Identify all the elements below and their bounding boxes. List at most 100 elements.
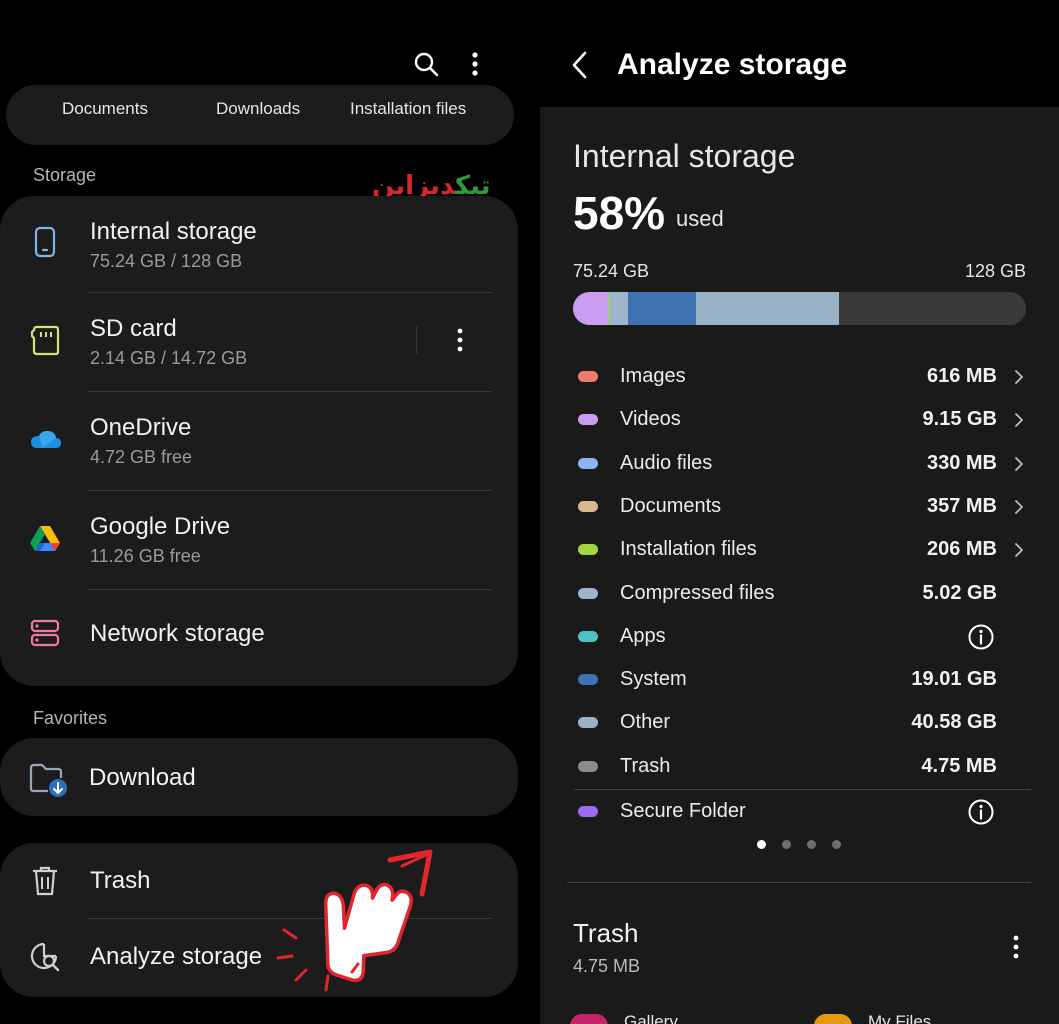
category-name: Apps xyxy=(620,624,666,647)
category-row[interactable]: Other 40.58 GB xyxy=(540,708,1059,738)
category-row[interactable]: System 19.01 GB xyxy=(540,665,1059,695)
category-row[interactable]: Installation files 206 MB xyxy=(540,535,1059,565)
my-files-app-icon xyxy=(814,1014,852,1024)
usage-bar-segment xyxy=(573,292,608,325)
category-row[interactable]: Apps xyxy=(540,622,1059,652)
category-size: 616 MB xyxy=(926,365,997,387)
category-size: 330 MB xyxy=(926,451,997,474)
favorite-item-title: Download xyxy=(89,764,196,791)
tools-item-title: Trash xyxy=(90,867,151,894)
google-drive-icon xyxy=(28,521,62,555)
divider xyxy=(567,882,1031,883)
favorites-card: Download xyxy=(0,738,518,816)
usage-bar-segment xyxy=(695,292,840,325)
storage-name: Internal storage xyxy=(573,138,796,174)
pointing-hand-annotation xyxy=(276,849,433,992)
category-name: Images xyxy=(620,365,686,387)
category-color-dot xyxy=(578,760,598,772)
storage-item-subtitle: 75.24 GB / 128 GB xyxy=(90,251,243,271)
total-amount: 128 GB xyxy=(964,261,1026,281)
usage-bar-segment xyxy=(628,292,696,325)
page-indicator-dot[interactable] xyxy=(757,840,766,849)
storage-item-internal[interactable]: Internal storage 75.24 GB / 128 GB xyxy=(0,196,518,293)
storage-item-network[interactable]: Network storage xyxy=(0,590,518,686)
category-row[interactable]: Secure Folder xyxy=(540,797,1059,827)
storage-section-label: Storage xyxy=(33,165,97,185)
phone-icon xyxy=(28,225,62,259)
storage-card: Internal storage 75.24 GB / 128 GB SD ca… xyxy=(0,196,518,686)
trash-icon xyxy=(28,864,62,898)
divider xyxy=(416,326,417,354)
storage-usage-bar xyxy=(573,292,1026,325)
category-name: Documents xyxy=(620,494,722,517)
quick-tab-documents[interactable]: Documents xyxy=(62,99,148,119)
category-name: Other xyxy=(620,711,671,734)
trash-app-my-files[interactable]: My Files xyxy=(868,1012,931,1024)
chevron-right-icon[interactable] xyxy=(1012,367,1026,387)
favorites-section-label: Favorites xyxy=(33,708,108,728)
category-row[interactable]: Audio files 330 MB xyxy=(540,449,1059,479)
network-storage-icon xyxy=(28,616,62,650)
storage-item-onedrive[interactable]: OneDrive 4.72 GB free xyxy=(0,392,518,491)
category-row[interactable]: Images 616 MB xyxy=(540,362,1059,392)
storage-item-sd-card[interactable]: SD card 2.14 GB / 14.72 GB xyxy=(0,293,518,392)
sd-card-more-icon[interactable] xyxy=(446,326,474,354)
category-size: 19.01 GB xyxy=(911,668,997,691)
back-arrow-icon[interactable] xyxy=(570,50,590,85)
category-color-dot xyxy=(578,544,598,556)
category-color-dot xyxy=(578,717,598,729)
analyze-storage-pane: Analyze storage Internal storage 58% use… xyxy=(540,0,1059,1024)
app-bar: Analyze storage xyxy=(540,0,1059,107)
category-name: Trash xyxy=(620,754,671,777)
divider xyxy=(574,789,1031,790)
category-size: 40.58 GB xyxy=(911,711,997,734)
category-name: Compressed files xyxy=(620,581,775,604)
trash-app-gallery[interactable]: Gallery xyxy=(624,1012,678,1024)
category-color-dot xyxy=(578,500,598,512)
info-icon[interactable] xyxy=(967,623,995,656)
category-size: 4.75 MB xyxy=(921,754,997,777)
trash-section-size: 4.75 MB xyxy=(573,956,641,976)
download-folder-icon xyxy=(28,759,68,799)
analyze-storage-icon xyxy=(28,940,62,974)
trash-more-options-icon[interactable] xyxy=(1006,932,1026,962)
category-row[interactable]: Documents 357 MB xyxy=(540,492,1059,522)
used-label: used xyxy=(676,206,724,231)
storage-item-title: OneDrive xyxy=(90,414,192,441)
page-indicator-dot[interactable] xyxy=(807,840,816,849)
gallery-app-icon xyxy=(570,1014,608,1024)
trash-section-title: Trash xyxy=(573,918,639,948)
category-size: 357 MB xyxy=(926,494,997,517)
tools-item-title: Analyze storage xyxy=(90,943,263,970)
category-color-dot xyxy=(578,630,598,642)
storage-item-title: Network storage xyxy=(90,620,265,647)
category-color-dot xyxy=(578,587,598,599)
chevron-right-icon[interactable] xyxy=(1012,497,1026,517)
more-options-icon[interactable] xyxy=(459,48,491,80)
quick-tab-downloads[interactable]: Downloads xyxy=(216,99,300,119)
chevron-right-icon[interactable] xyxy=(1012,410,1026,430)
page-indicator-dot[interactable] xyxy=(782,840,791,849)
chevron-right-icon[interactable] xyxy=(1012,454,1026,474)
storage-item-subtitle: 4.72 GB free xyxy=(90,447,193,467)
info-icon[interactable] xyxy=(967,798,995,831)
page-indicator-dot[interactable] xyxy=(832,840,841,849)
chevron-right-icon[interactable] xyxy=(1012,540,1026,560)
category-row[interactable]: Trash 4.75 MB xyxy=(540,752,1059,782)
category-color-dot xyxy=(578,457,598,469)
category-row[interactable]: Videos 9.15 GB xyxy=(540,405,1059,435)
quick-tab-installation-files[interactable]: Installation files xyxy=(350,99,466,119)
favorite-item-download[interactable]: Download xyxy=(0,738,518,816)
onedrive-icon xyxy=(28,422,62,456)
search-icon[interactable] xyxy=(410,48,442,80)
storage-item-subtitle: 2.14 GB / 14.72 GB xyxy=(90,348,248,368)
quick-category-bar: Documents Downloads Installation files xyxy=(6,85,514,145)
usage-bar-segment xyxy=(609,292,629,325)
category-row[interactable]: Compressed files 5.02 GB xyxy=(540,579,1059,609)
storage-item-title: SD card xyxy=(90,315,177,342)
my-files-home-pane: Documents Downloads Installation files S… xyxy=(0,0,540,1024)
category-color-dot xyxy=(578,674,598,686)
category-size: 5.02 GB xyxy=(922,581,997,604)
category-size: 206 MB xyxy=(926,538,997,561)
storage-item-google-drive[interactable]: Google Drive 11.26 GB free xyxy=(0,491,518,590)
